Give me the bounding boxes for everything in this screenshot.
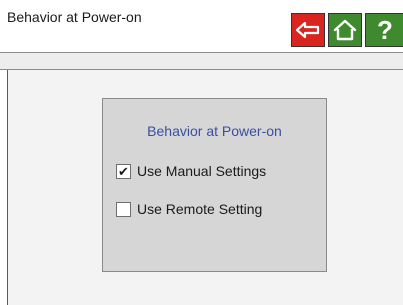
back-button[interactable]	[291, 13, 325, 47]
use-manual-settings-option[interactable]: ✔ Use Manual Settings	[116, 163, 266, 179]
help-icon: ?	[377, 14, 393, 45]
back-arrow-icon	[295, 21, 320, 39]
use-manual-settings-label: Use Manual Settings	[137, 163, 267, 179]
power-on-behavior-panel: Behavior at Power-on ✔ Use Manual Settin…	[102, 98, 327, 272]
window-title: Behavior at Power-on	[7, 9, 142, 25]
sub-header-strip	[0, 53, 403, 70]
title-bar: Behavior at Power-on ?	[0, 0, 403, 53]
home-button[interactable]	[328, 13, 362, 47]
use-remote-setting-checkbox[interactable]	[116, 201, 131, 217]
use-remote-setting-label: Use Remote Setting	[137, 201, 263, 217]
use-manual-settings-checkbox[interactable]: ✔	[116, 163, 131, 179]
use-remote-setting-option[interactable]: Use Remote Setting	[116, 201, 262, 217]
panel-title: Behavior at Power-on	[147, 123, 282, 139]
help-button[interactable]: ?	[365, 13, 403, 47]
home-icon	[333, 19, 357, 41]
